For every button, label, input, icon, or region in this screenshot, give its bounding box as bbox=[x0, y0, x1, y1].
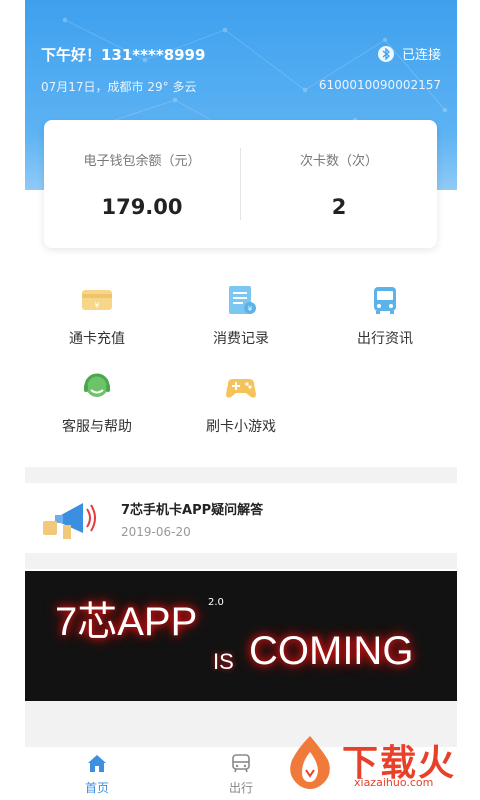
bluetooth-icon bbox=[377, 45, 394, 62]
service-game-label: 刷卡小游戏 bbox=[206, 419, 276, 435]
section-divider bbox=[25, 553, 457, 569]
tab-transit[interactable]: 出行 bbox=[211, 753, 271, 796]
balance-card: 电子钱包余额（元） 179.00 次卡数（次） 2 bbox=[44, 120, 437, 248]
card-recharge-icon: ¥ bbox=[79, 282, 115, 318]
wallet-balance[interactable]: 电子钱包余额（元） 179.00 bbox=[44, 120, 240, 248]
service-recharge-label: 通卡充值 bbox=[69, 331, 125, 347]
customer-service-icon bbox=[79, 370, 115, 406]
gamepad-icon bbox=[223, 370, 259, 406]
megaphone-icon bbox=[41, 495, 105, 543]
service-travel-info[interactable]: 出行资讯 bbox=[313, 282, 457, 348]
watermark-logo: 下载火 xiazaihuo.com bbox=[282, 732, 472, 794]
date-weather-text: 07月17日，成都市 29° 多云 bbox=[41, 80, 197, 94]
banner-coming-text: COMING bbox=[249, 629, 414, 673]
service-recharge[interactable]: ¥ 通卡充值 bbox=[25, 282, 169, 348]
bluetooth-status-label: 已连接 bbox=[401, 48, 441, 63]
section-divider bbox=[25, 467, 457, 483]
wallet-balance-value: 179.00 bbox=[101, 195, 183, 219]
service-travel-info-label: 出行资讯 bbox=[357, 331, 413, 347]
svg-text:¥: ¥ bbox=[248, 305, 253, 313]
news-item[interactable]: 7芯手机卡APP疑问解答 2019-06-20 bbox=[25, 483, 457, 553]
records-icon: ¥ bbox=[223, 282, 259, 318]
service-records-label: 消费记录 bbox=[213, 331, 269, 347]
home-icon bbox=[67, 753, 127, 777]
banner-is-text: IS bbox=[213, 649, 234, 674]
ride-count-label: 次卡数（次） bbox=[299, 154, 378, 169]
bus-icon bbox=[367, 282, 403, 318]
svg-text:¥: ¥ bbox=[94, 301, 99, 310]
greeting-text: 下午好！131****8999 bbox=[41, 46, 206, 64]
ride-count[interactable]: 次卡数（次） 2 bbox=[241, 120, 437, 248]
app-screen: 下午好！131****8999 已连接 07月17日，成都市 29° 多云 61… bbox=[25, 0, 457, 800]
banner-version: 2.0 bbox=[208, 597, 224, 608]
bluetooth-status[interactable]: 已连接 bbox=[377, 44, 441, 63]
service-records[interactable]: ¥ 消费记录 bbox=[169, 282, 313, 348]
service-game[interactable]: 刷卡小游戏 bbox=[169, 370, 313, 436]
wallet-balance-label: 电子钱包余额（元） bbox=[83, 154, 201, 169]
card-number: 6100010090002157 bbox=[318, 78, 441, 92]
watermark-url: xiazaihuo.com bbox=[354, 776, 434, 789]
service-support-label: 客服与帮助 bbox=[62, 419, 132, 435]
promo-banner[interactable]: 7芯APP 2.0 IS COMING bbox=[25, 571, 457, 701]
banner-app-title: 7芯APP bbox=[55, 600, 198, 644]
news-date: 2019-06-20 bbox=[121, 525, 191, 539]
tab-home-label: 首页 bbox=[84, 781, 109, 795]
service-support[interactable]: 客服与帮助 bbox=[25, 370, 169, 436]
transit-icon bbox=[211, 753, 271, 777]
news-title: 7芯手机卡APP疑问解答 bbox=[121, 503, 264, 518]
flame-icon bbox=[290, 736, 330, 789]
tab-home[interactable]: 首页 bbox=[67, 753, 127, 796]
ride-count-value: 2 bbox=[331, 195, 347, 219]
tab-transit-label: 出行 bbox=[228, 781, 253, 795]
